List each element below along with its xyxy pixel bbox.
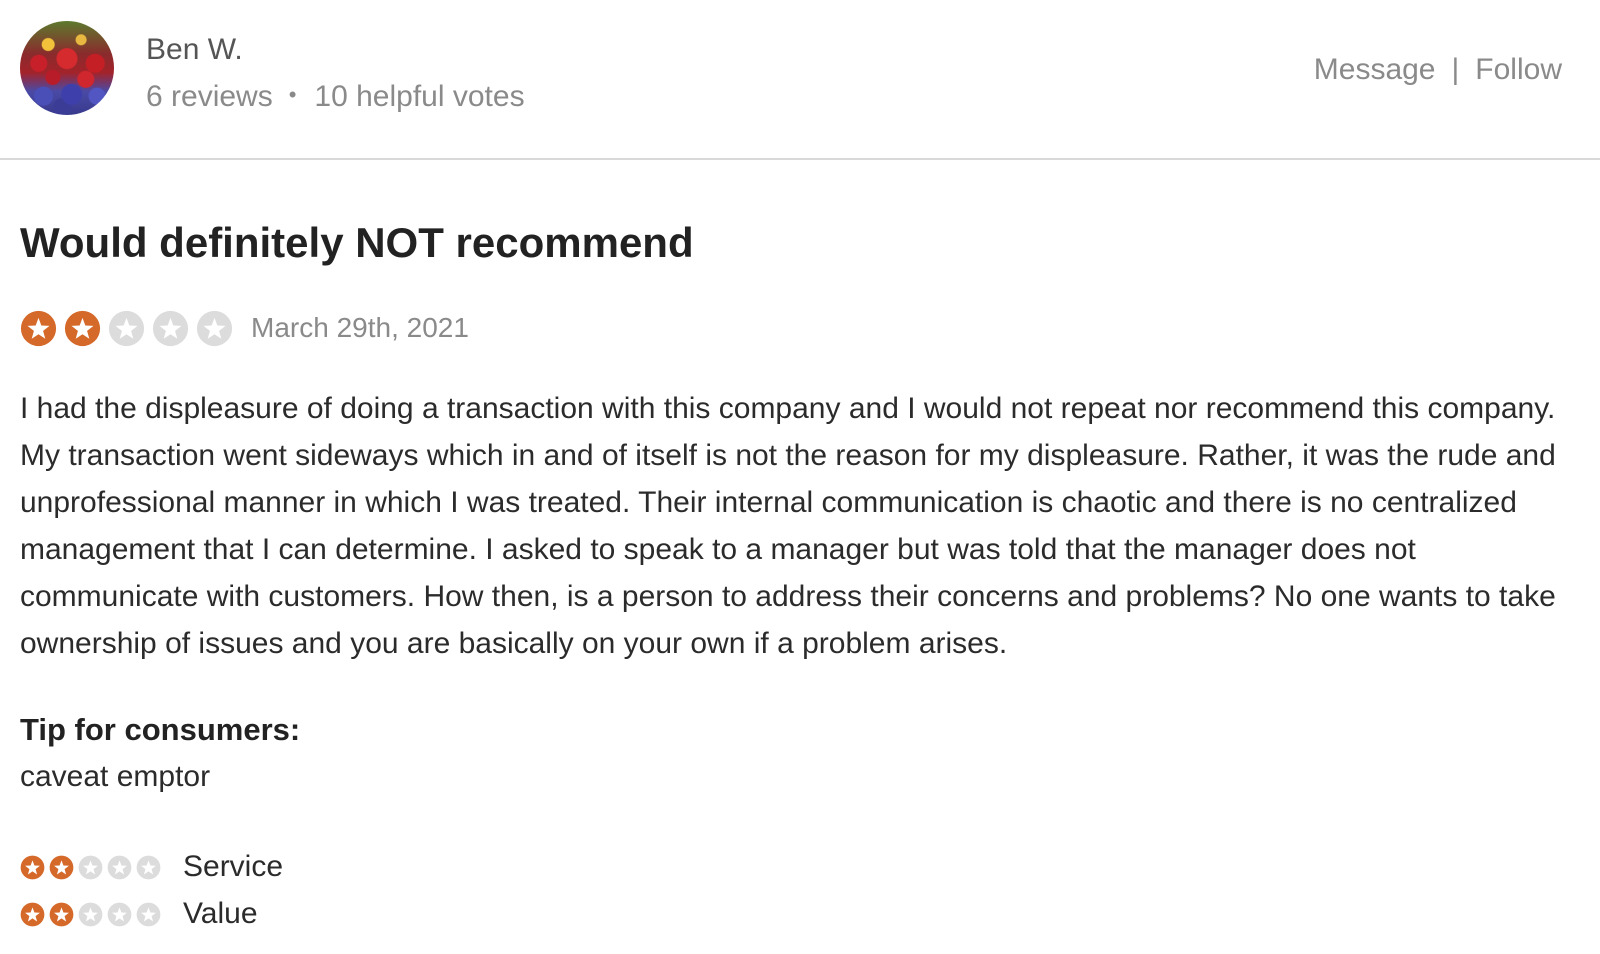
stats-separator: • [288,82,297,107]
reviewer-stats: 6 reviews • 10 helpful votes [146,79,525,117]
star-icon-empty [136,902,161,926]
review-rating-row: March 29th, 2021 [20,308,469,348]
star-icon-empty [136,855,161,879]
tip-text: caveat emptor [20,760,211,793]
reviewer-header: Ben W. 6 reviews • 10 helpful votes Messag… [0,0,1600,160]
sub-rating-value: Value [20,897,258,931]
review-star-rating [20,310,233,347]
reviewer-actions: Message | Follow [1314,52,1562,88]
star-icon-filled [49,855,74,879]
star-icon-empty [107,855,132,879]
sub-rating-service: Service [20,850,283,884]
avatar[interactable] [20,21,114,115]
message-link[interactable]: Message [1314,53,1436,86]
review-count: 6 reviews [146,80,273,113]
star-icon-filled [20,902,45,926]
tip-label: Tip for consumers: [20,712,301,747]
sub-rating-label: Value [183,897,258,930]
star-icon-empty [78,902,103,926]
star-icon-filled [20,310,57,346]
reviewer-name[interactable]: Ben W. [146,32,243,68]
star-icon-empty [78,855,103,879]
review-body: I had the displeasure of doing a transac… [20,392,1556,660]
helpful-votes-count: 10 helpful votes [314,80,525,113]
star-icon-filled [64,310,101,346]
follow-link[interactable]: Follow [1475,53,1562,86]
sub-rating-label: Service [183,850,284,883]
star-icon-filled [20,855,45,879]
star-icon-filled [49,902,74,926]
star-icon-empty [108,310,145,346]
review-title: Would definitely NOT recommend [20,219,694,266]
star-icon-empty [107,902,132,926]
review-date: March 29th, 2021 [251,312,469,343]
star-icon-empty [196,310,233,346]
actions-divider: | [1451,53,1460,86]
service-star-rating [20,855,161,880]
value-star-rating [20,902,161,927]
star-icon-empty [152,310,189,346]
